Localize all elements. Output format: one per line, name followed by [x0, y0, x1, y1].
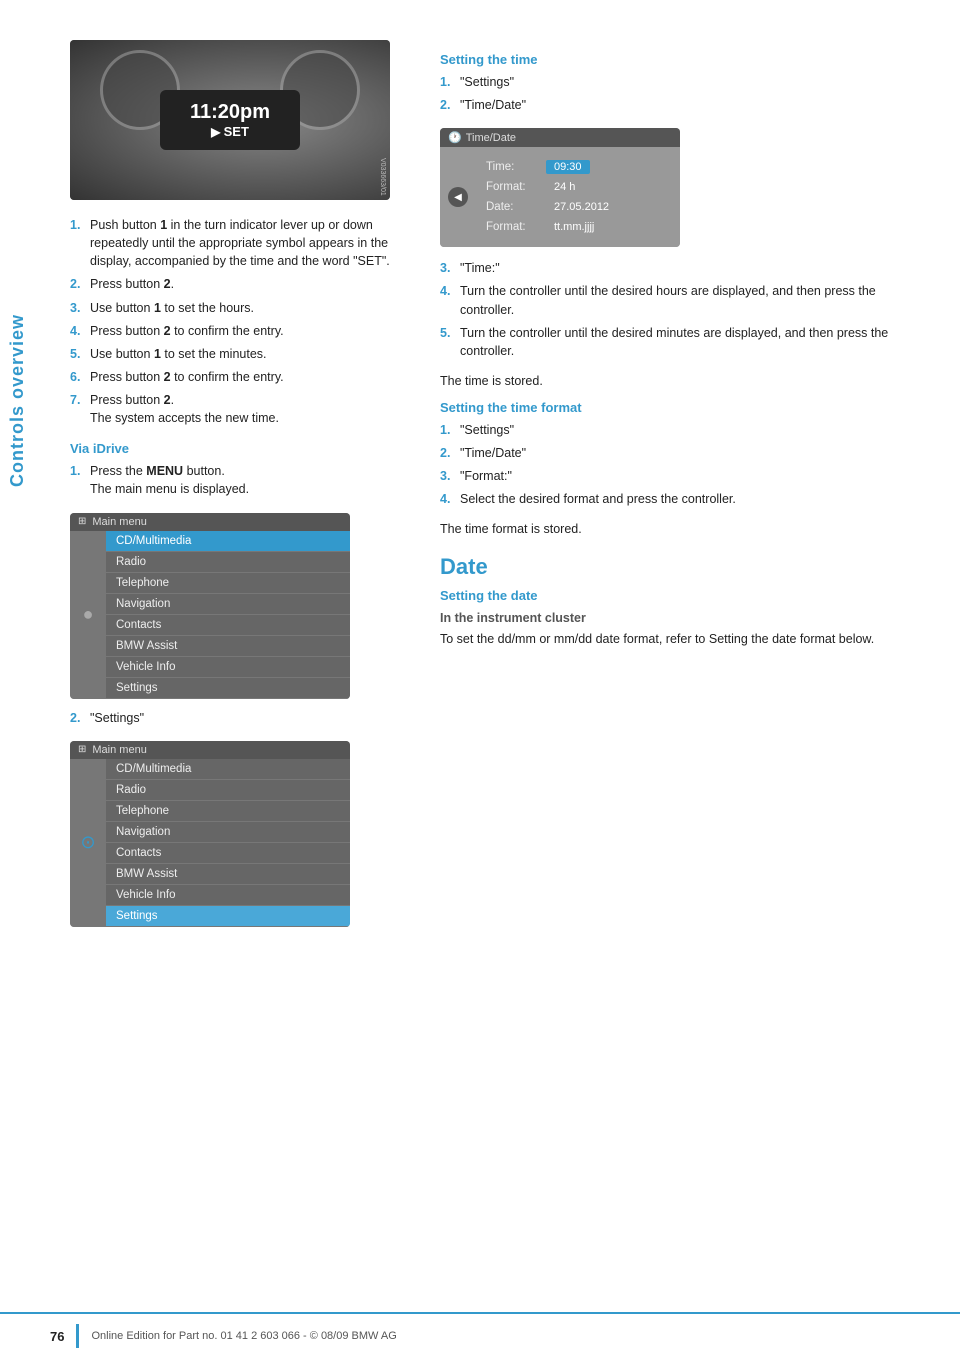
format-step-1: 1. "Settings": [440, 421, 920, 439]
menu-header-1: ⊞ Main menu: [70, 513, 350, 531]
right-step-4: 4. Turn the controller until the desired…: [440, 282, 920, 318]
right-column: Setting the time 1. "Settings" 2. "Time/…: [440, 40, 920, 937]
timedate-row-date: Date: 27.05.2012: [474, 197, 672, 217]
timedate-row-format1: Format: 24 h: [474, 177, 672, 197]
setting-time-format-heading: Setting the time format: [440, 400, 920, 415]
menu-header-2: ⊞ Main menu: [70, 741, 350, 759]
timedate-row-format2: Format: tt.mm.jjjj: [474, 217, 672, 237]
menu-item-bmwassist-2: BMW Assist: [106, 864, 350, 885]
menu-body-1: ● CD/Multimedia Radio Telephone Navigati…: [70, 531, 350, 699]
time-format-steps: 1. "Settings" 2. "Time/Date" 3. "Format:…: [440, 421, 920, 509]
setting-date-heading: Setting the date: [440, 588, 920, 603]
menu-left-circle-2: ⊙: [70, 759, 106, 927]
menu-item-radio-1: Radio: [106, 552, 350, 573]
format-step-4: 4. Select the desired format and press t…: [440, 490, 920, 508]
menu-body-2: ⊙ CD/Multimedia Radio Telephone Navigati…: [70, 759, 350, 927]
cluster-set-label: SET: [224, 124, 249, 139]
idrive-step-2: 2. "Settings": [70, 709, 410, 727]
sidebar-label: Controls overview: [0, 150, 36, 650]
right-step-2: 2. "Time/Date": [440, 96, 920, 114]
footer-divider: [76, 1324, 79, 1348]
step-5: 5. Use button 1 to set the minutes.: [70, 345, 410, 363]
left-column: 11:20pm ▶ SET V033663/01 1. Push button …: [70, 40, 410, 937]
timedate-row-time: Time: 09:30: [474, 157, 672, 177]
menu-items-1: CD/Multimedia Radio Telephone Navigation…: [106, 531, 350, 699]
idrive-steps-list: 1. Press the MENU button.The main menu i…: [70, 462, 410, 498]
in-instrument-cluster-heading: In the instrument cluster: [440, 611, 920, 625]
menu-left-circle-1: ●: [70, 531, 106, 699]
right-step-5: 5. Turn the controller until the desired…: [440, 324, 920, 360]
cluster-time-display: 11:20pm: [190, 101, 270, 124]
menu-item-telephone-1: Telephone: [106, 573, 350, 594]
menu-item-telephone-2: Telephone: [106, 801, 350, 822]
step-3: 3. Use button 1 to set the hours.: [70, 299, 410, 317]
timedate-icon: 🕐: [448, 131, 462, 144]
image-watermark: V033663/01: [379, 158, 386, 196]
menu-item-cdmultimedia-1: CD/Multimedia: [106, 531, 350, 552]
time-format-stored-text: The time format is stored.: [440, 522, 920, 536]
step-2: 2. Press button 2.: [70, 275, 410, 293]
idrive-step2-list: 2. "Settings": [70, 709, 410, 727]
date-main-heading: Date: [440, 554, 920, 580]
menu-item-radio-2: Radio: [106, 780, 350, 801]
menu-items-2: CD/Multimedia Radio Telephone Navigation…: [106, 759, 350, 927]
format-step-3: 3. "Format:": [440, 467, 920, 485]
footer-text: Online Edition for Part no. 01 41 2 603 …: [91, 1330, 396, 1342]
footer: 76 Online Edition for Part no. 01 41 2 6…: [0, 1312, 960, 1358]
timedate-screenshot: 🕐 Time/Date ◀ Time: 09:30 Format: 24 h: [440, 128, 680, 247]
main-menu-screenshot-1: ⊞ Main menu ● CD/Multimedia Radio Teleph…: [70, 513, 350, 699]
instrument-cluster-image: 11:20pm ▶ SET V033663/01: [70, 40, 390, 200]
right-step-1: 1. "Settings": [440, 73, 920, 91]
right-step-3: 3. "Time:": [440, 259, 920, 277]
via-idrive-heading: Via iDrive: [70, 441, 410, 456]
menu-item-vehicleinfo-2: Vehicle Info: [106, 885, 350, 906]
step-7: 7. Press button 2.The system accepts the…: [70, 391, 410, 427]
menu-item-contacts-2: Contacts: [106, 843, 350, 864]
instrument-steps-list: 1. Push button 1 in the turn indicator l…: [70, 216, 410, 427]
format-step-2: 2. "Time/Date": [440, 444, 920, 462]
steps-after-timedate: 3. "Time:" 4. Turn the controller until …: [440, 259, 920, 360]
menu-item-navigation-1: Navigation: [106, 594, 350, 615]
menu-icon-1: ⊞: [78, 516, 86, 527]
in-instrument-cluster-text: To set the dd/mm or mm/dd date format, r…: [440, 630, 920, 649]
menu-item-navigation-2: Navigation: [106, 822, 350, 843]
timedate-header: 🕐 Time/Date: [440, 128, 680, 147]
nav-circle-left: ◀: [448, 187, 468, 207]
step-4: 4. Press button 2 to confirm the entry.: [70, 322, 410, 340]
menu-item-settings-2: Settings: [106, 906, 350, 927]
menu-item-contacts-1: Contacts: [106, 615, 350, 636]
timedate-body: ◀ Time: 09:30 Format: 24 h Date: 27.05.2: [440, 147, 680, 247]
page-number: 76: [50, 1329, 64, 1344]
step-6: 6. Press button 2 to confirm the entry.: [70, 368, 410, 386]
time-stored-text: The time is stored.: [440, 374, 920, 388]
main-menu-screenshot-2: ⊞ Main menu ⊙ CD/Multimedia Radio Teleph…: [70, 741, 350, 927]
idrive-step-1: 1. Press the MENU button.The main menu i…: [70, 462, 410, 498]
menu-item-vehicleinfo-1: Vehicle Info: [106, 657, 350, 678]
step-1: 1. Push button 1 in the turn indicator l…: [70, 216, 410, 270]
menu-icon-2: ⊞: [78, 744, 86, 755]
menu-item-bmwassist-1: BMW Assist: [106, 636, 350, 657]
menu-item-cdmultimedia-2: CD/Multimedia: [106, 759, 350, 780]
menu-item-settings-1: Settings: [106, 678, 350, 699]
cluster-arrow: ▶ SET: [211, 124, 249, 139]
setting-time-heading: Setting the time: [440, 52, 920, 67]
setting-time-steps: 1. "Settings" 2. "Time/Date": [440, 73, 920, 114]
